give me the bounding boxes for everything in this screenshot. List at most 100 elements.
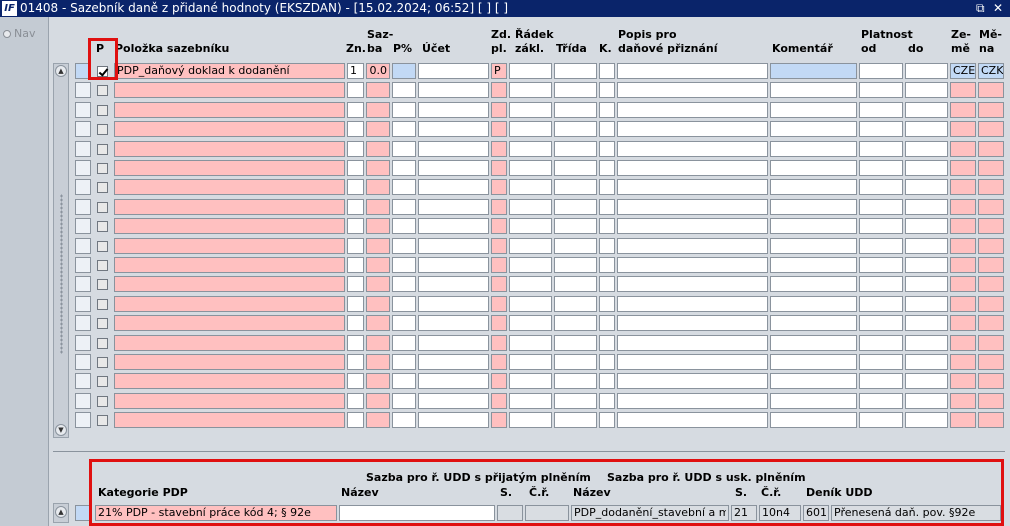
p-checkbox[interactable] (97, 221, 108, 233)
p-checkbox-checked[interactable] (97, 66, 108, 77)
zd-field[interactable] (491, 334, 507, 351)
od-field[interactable] (859, 373, 903, 390)
nazev-prijate-field[interactable] (339, 505, 495, 521)
od-field[interactable] (859, 257, 903, 273)
radek-field[interactable] (509, 101, 552, 118)
polozka-field[interactable] (114, 315, 345, 332)
ucet-field[interactable] (418, 315, 489, 332)
record-indicator[interactable] (75, 121, 91, 138)
zeme-field[interactable] (950, 354, 976, 370)
polozka-field[interactable] (114, 392, 345, 409)
bottom-scroll-up-icon[interactable]: ▲ (55, 506, 67, 518)
ucet-field[interactable] (418, 63, 489, 79)
od-field[interactable] (859, 198, 903, 215)
komentar-field[interactable] (770, 140, 857, 157)
polozka-field[interactable] (114, 295, 345, 312)
komentar-field[interactable] (770, 276, 857, 293)
p-pct-field[interactable] (392, 354, 416, 370)
do-field[interactable] (905, 121, 948, 138)
record-indicator[interactable] (75, 237, 91, 254)
zn-field[interactable] (347, 179, 364, 196)
record-indicator[interactable] (75, 315, 91, 332)
polozka-field[interactable] (114, 101, 345, 118)
p-pct-field[interactable] (392, 160, 416, 176)
komentar-field[interactable] (770, 334, 857, 351)
zn-field[interactable] (347, 392, 364, 409)
ucet-field[interactable] (418, 140, 489, 157)
zn-field[interactable] (347, 218, 364, 235)
sazba-field[interactable] (366, 237, 390, 254)
do-field[interactable] (905, 237, 948, 254)
komentar-field[interactable] (770, 82, 857, 99)
p-checkbox[interactable] (97, 260, 108, 271)
k-field[interactable] (599, 121, 615, 138)
record-indicator[interactable] (75, 392, 91, 409)
radek-field[interactable] (509, 140, 552, 157)
record-indicator[interactable] (75, 101, 91, 118)
komentar-field[interactable] (770, 237, 857, 254)
trida-field[interactable] (554, 354, 597, 370)
zd-field[interactable] (491, 257, 507, 273)
p-checkbox[interactable] (97, 182, 108, 194)
p-checkbox[interactable] (97, 143, 108, 155)
zn-field[interactable] (347, 257, 364, 273)
p-pct-field[interactable] (392, 412, 416, 429)
p-checkbox[interactable] (97, 298, 108, 310)
k-field[interactable] (599, 63, 615, 79)
scroll-grip[interactable] (60, 194, 63, 354)
ucet-field[interactable] (418, 121, 489, 138)
close-icon[interactable]: ✕ (993, 0, 1003, 17)
polozka-field[interactable] (114, 373, 345, 390)
k-field[interactable] (599, 392, 615, 409)
p-pct-field[interactable] (392, 101, 416, 118)
zeme-field[interactable] (950, 82, 976, 99)
ucet-field[interactable] (418, 334, 489, 351)
zeme-field[interactable] (950, 295, 976, 312)
radek-field[interactable] (509, 295, 552, 312)
popis-field[interactable] (617, 140, 768, 157)
p-pct-field[interactable] (392, 140, 416, 157)
trida-field[interactable] (554, 315, 597, 332)
od-field[interactable] (859, 276, 903, 293)
p-checkbox[interactable] (97, 279, 108, 291)
kategorie-pdp-field[interactable]: 21% PDP - stavební práce kód 4; § 92e (95, 505, 337, 521)
zn-field[interactable] (347, 198, 364, 215)
od-field[interactable] (859, 179, 903, 196)
zd-field[interactable] (491, 373, 507, 390)
ucet-field[interactable] (418, 237, 489, 254)
komentar-field[interactable] (770, 121, 857, 138)
p-checkbox[interactable] (97, 395, 108, 407)
k-field[interactable] (599, 101, 615, 118)
zeme-field[interactable] (950, 198, 976, 215)
do-field[interactable] (905, 257, 948, 273)
do-field[interactable] (905, 373, 948, 390)
od-field[interactable] (859, 412, 903, 429)
do-field[interactable] (905, 160, 948, 176)
popis-field[interactable] (617, 354, 768, 370)
mena-field[interactable] (978, 412, 1004, 429)
sazba-field[interactable] (366, 218, 390, 235)
ucet-field[interactable] (418, 412, 489, 429)
p-checkbox[interactable] (97, 85, 108, 97)
ucet-field[interactable] (418, 101, 489, 118)
mena-field[interactable] (978, 354, 1004, 370)
polozka-field[interactable] (114, 334, 345, 351)
trida-field[interactable] (554, 179, 597, 196)
sazba-field[interactable] (366, 179, 390, 196)
p-pct-field[interactable] (392, 63, 416, 79)
ucet-field[interactable] (418, 257, 489, 273)
polozka-field[interactable] (114, 82, 345, 99)
popis-field[interactable] (617, 82, 768, 99)
trida-field[interactable] (554, 373, 597, 390)
trida-field[interactable] (554, 276, 597, 293)
record-indicator[interactable] (75, 179, 91, 196)
popis-field[interactable] (617, 257, 768, 273)
p-pct-field[interactable] (392, 198, 416, 215)
radek-field[interactable] (509, 82, 552, 99)
trida-field[interactable] (554, 101, 597, 118)
popis-field[interactable] (617, 412, 768, 429)
zeme-field[interactable] (950, 412, 976, 429)
do-field[interactable] (905, 101, 948, 118)
ucet-field[interactable] (418, 179, 489, 196)
zd-field[interactable] (491, 392, 507, 409)
